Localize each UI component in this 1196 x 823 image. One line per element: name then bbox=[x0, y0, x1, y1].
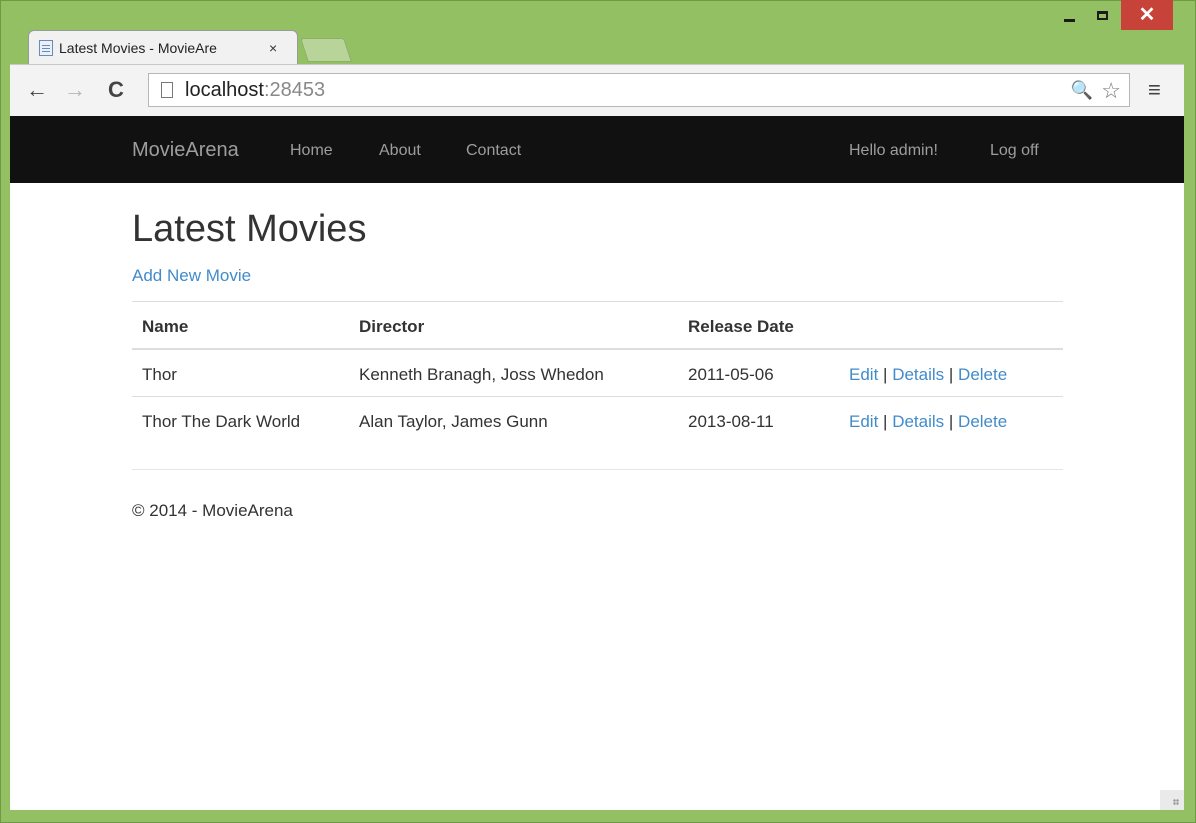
minimize-icon bbox=[1063, 18, 1075, 22]
nav-home-link[interactable]: Home bbox=[290, 142, 333, 160]
row-border bbox=[132, 396, 1063, 397]
edit-link[interactable]: Edit bbox=[849, 365, 878, 384]
user-greeting-link[interactable]: Hello admin! bbox=[849, 142, 938, 160]
browser-menu-icon[interactable]: ≡ bbox=[1148, 77, 1161, 103]
column-header-release-date: Release Date bbox=[688, 317, 794, 336]
tab-title: Latest Movies - MovieAre bbox=[59, 39, 217, 56]
close-icon: ✕ bbox=[1138, 4, 1156, 26]
cell-director: Alan Taylor, James Gunn bbox=[359, 412, 548, 431]
cell-director: Kenneth Branagh, Joss Whedon bbox=[359, 365, 604, 384]
action-separator: | bbox=[883, 365, 888, 384]
table-header-border bbox=[132, 348, 1063, 350]
address-bar[interactable]: localhost:28453 🔍 ☆ bbox=[148, 73, 1130, 107]
browser-window: ✕ Latest Movies - MovieAre × ← → C local… bbox=[0, 0, 1196, 823]
new-tab-button[interactable] bbox=[300, 38, 352, 62]
details-link[interactable]: Details bbox=[892, 365, 944, 384]
web-page: MovieArena Home About Contact Hello admi… bbox=[10, 116, 1184, 810]
page-icon bbox=[161, 82, 173, 98]
page-favicon-icon bbox=[39, 39, 53, 56]
tab-close-icon[interactable]: × bbox=[269, 40, 277, 56]
cell-name: Thor The Dark World bbox=[142, 412, 301, 431]
browser-tab[interactable]: Latest Movies - MovieAre × bbox=[28, 30, 298, 64]
edit-link[interactable]: Edit bbox=[849, 412, 878, 431]
action-separator: | bbox=[948, 412, 954, 431]
delete-link[interactable]: Delete bbox=[958, 365, 1007, 384]
page-title: Latest Movies bbox=[132, 208, 367, 250]
cell-name: Thor bbox=[142, 365, 177, 384]
footer-divider bbox=[132, 469, 1063, 470]
action-separator: | bbox=[883, 412, 888, 431]
bookmark-star-icon[interactable]: ☆ bbox=[1101, 78, 1121, 104]
log-off-link[interactable]: Log off bbox=[990, 142, 1039, 160]
site-brand-link[interactable]: MovieArena bbox=[132, 139, 239, 162]
row-actions: Edit | Details | Delete bbox=[849, 412, 1007, 432]
nav-about-link[interactable]: About bbox=[379, 142, 421, 160]
column-header-director: Director bbox=[359, 317, 425, 336]
maximize-icon bbox=[1096, 10, 1108, 20]
url-port: :28453 bbox=[263, 78, 326, 101]
table-top-border bbox=[132, 301, 1063, 302]
reload-icon[interactable]: C bbox=[108, 77, 124, 103]
add-new-movie-link[interactable]: Add New Movie bbox=[132, 266, 251, 286]
back-arrow-icon[interactable]: ← bbox=[26, 77, 48, 103]
row-actions: Edit | Details | Delete bbox=[849, 365, 1007, 385]
site-navbar: MovieArena Home About Contact Hello admi… bbox=[10, 116, 1184, 183]
url-host: localhost bbox=[185, 78, 264, 101]
zoom-icon[interactable]: 🔍 bbox=[1071, 80, 1093, 101]
cell-release-date: 2013-08-11 bbox=[688, 412, 774, 431]
resize-grip-icon[interactable] bbox=[1160, 790, 1184, 810]
details-link[interactable]: Details bbox=[892, 412, 944, 431]
minimize-button[interactable] bbox=[1055, 0, 1083, 30]
forward-arrow-icon[interactable]: → bbox=[64, 77, 86, 103]
maximize-button[interactable] bbox=[1088, 0, 1116, 30]
column-header-name: Name bbox=[142, 317, 189, 336]
browser-toolbar: ← → C localhost:28453 🔍 ☆ ≡ bbox=[10, 64, 1184, 117]
delete-link[interactable]: Delete bbox=[958, 412, 1007, 431]
nav-contact-link[interactable]: Contact bbox=[466, 142, 521, 160]
cell-release-date: 2011-05-06 bbox=[688, 365, 774, 384]
action-separator: | bbox=[948, 365, 954, 384]
close-window-button[interactable]: ✕ bbox=[1121, 0, 1173, 30]
footer-copyright: © 2014 - MovieArena bbox=[132, 501, 293, 520]
